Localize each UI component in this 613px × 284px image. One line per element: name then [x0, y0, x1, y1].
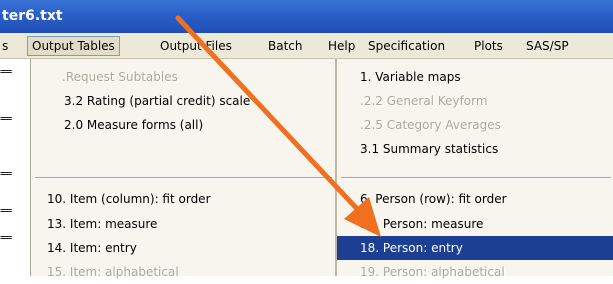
title-bar: ter6.txt: [0, 0, 613, 33]
menu-option-person-measure[interactable]: 17. Person: measure: [360, 212, 483, 236]
menu-option-request-subtables[interactable]: .Request Subtables: [62, 65, 178, 89]
text-marker: ==: [0, 204, 12, 217]
menu-option-summary-statistics[interactable]: 3.1 Summary statistics: [360, 137, 498, 161]
text-marker: ==: [0, 65, 12, 78]
menu-option-person-fit-order[interactable]: 6. Person (row): fit order: [360, 187, 507, 211]
menu-separator: [341, 177, 611, 179]
menu-option-category-averages[interactable]: .2.5 Category Averages: [360, 113, 501, 137]
menu-output-tables[interactable]: Output Tables: [27, 36, 120, 56]
menu-separator: [35, 177, 332, 179]
menu-output-files[interactable]: Output Files: [160, 37, 232, 55]
menu-option-general-keyform[interactable]: .2.2 General Keyform: [360, 89, 488, 113]
menu-option-person-alphabetical[interactable]: 19. Person: alphabetical: [360, 260, 505, 284]
background-text-strip: == == == == ==: [0, 59, 30, 276]
menu-bar: s Output Tables Output Files Batch Help …: [0, 33, 613, 59]
text-marker: ==: [0, 231, 12, 244]
menu-option-rating-scale[interactable]: 3.2 Rating (partial credit) scale: [64, 89, 250, 113]
window-title: ter6.txt: [2, 8, 63, 24]
menu-sas-spss[interactable]: SAS/SP: [526, 37, 569, 55]
text-marker: ==: [0, 167, 12, 180]
menu-option-item-measure[interactable]: 13. Item: measure: [47, 212, 157, 236]
dropdown-right-column: 1. Variable maps .2.2 General Keyform .2…: [335, 59, 613, 279]
menu-item-partial[interactable]: s: [2, 37, 8, 55]
dropdown-left-column: .Request Subtables 3.2 Rating (partial c…: [30, 59, 335, 279]
menu-option-person-entry[interactable]: 18. Person: entry: [337, 236, 613, 260]
menu-batch[interactable]: Batch: [268, 37, 303, 55]
menu-option-variable-maps[interactable]: 1. Variable maps: [360, 65, 461, 89]
menu-option-item-alphabetical[interactable]: 15. Item: alphabetical: [47, 260, 179, 284]
menu-option-measure-forms[interactable]: 2.0 Measure forms (all): [64, 113, 203, 137]
menu-specification[interactable]: Specification: [368, 37, 445, 55]
menu-plots[interactable]: Plots: [474, 37, 503, 55]
text-marker: ==: [0, 112, 12, 125]
menu-option-item-fit-order[interactable]: 10. Item (column): fit order: [47, 187, 211, 211]
menu-help[interactable]: Help: [328, 37, 355, 55]
menu-option-item-entry[interactable]: 14. Item: entry: [47, 236, 137, 260]
